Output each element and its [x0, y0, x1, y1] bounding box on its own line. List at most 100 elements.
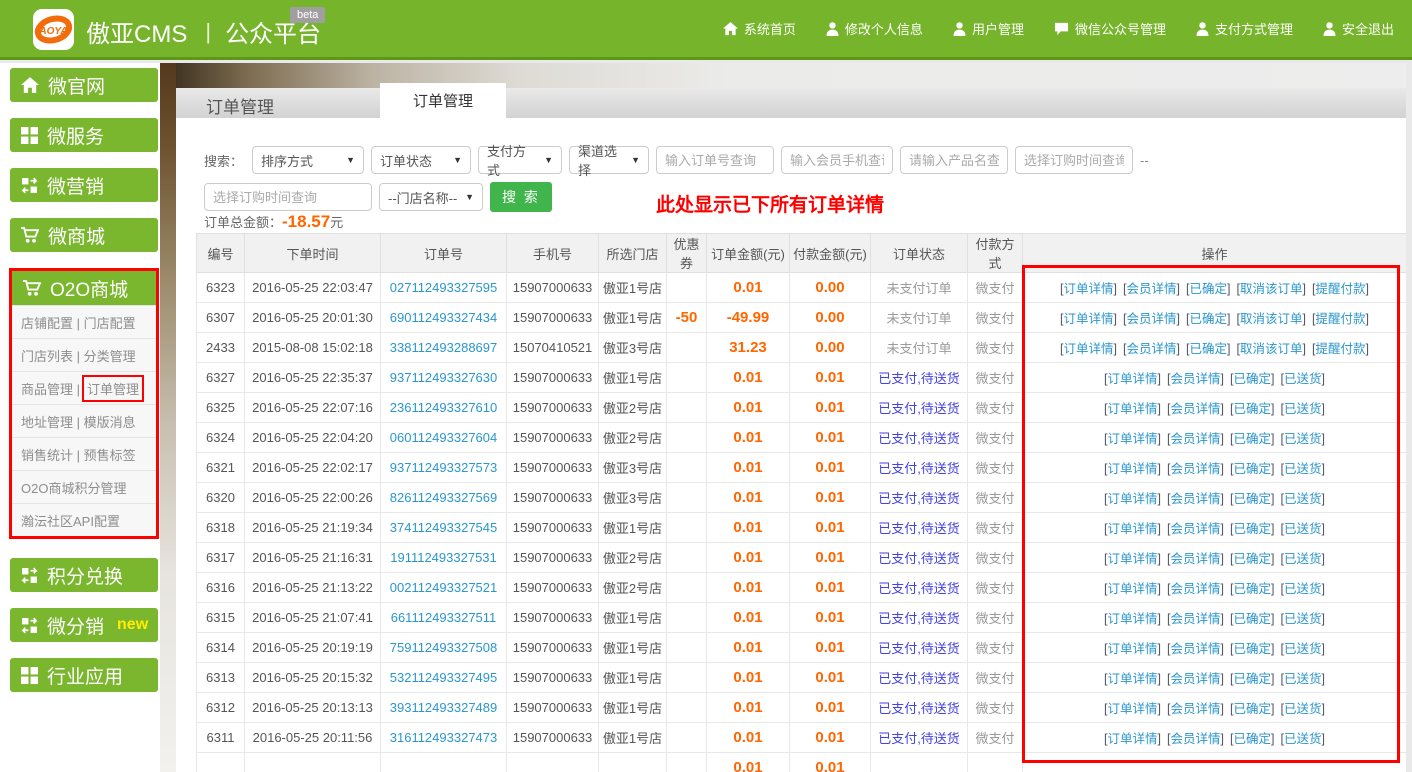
- order-action-link[interactable]: 订单详情: [1108, 552, 1158, 566]
- order-action-link[interactable]: 已送货: [1284, 642, 1322, 656]
- channel-select[interactable]: 渠道选择▼: [569, 146, 649, 174]
- order-action-link[interactable]: 取消该订单: [1240, 342, 1303, 356]
- order-action-link[interactable]: 已确定: [1233, 702, 1271, 716]
- sidebar-item-micro-mall[interactable]: 微商城: [10, 218, 158, 252]
- order-number-link[interactable]: 002112493327521: [390, 580, 498, 595]
- sidebar-item-micro-marketing[interactable]: 微营销: [10, 168, 158, 202]
- order-action-link[interactable]: 已确定: [1233, 462, 1271, 476]
- order-date-to-input[interactable]: [204, 183, 372, 211]
- order-number-link[interactable]: 027112493327595: [390, 280, 498, 295]
- nav-edit-profile[interactable]: 修改个人信息: [826, 19, 923, 38]
- order-action-link[interactable]: 提醒付款: [1315, 282, 1365, 296]
- order-action-link[interactable]: 已确定: [1233, 642, 1271, 656]
- nav-safe-logout[interactable]: 安全退出: [1323, 19, 1394, 38]
- order-number-link[interactable]: 937112493327630: [390, 370, 498, 385]
- order-number-search-input[interactable]: [656, 146, 774, 174]
- order-action-link[interactable]: 订单详情: [1108, 702, 1158, 716]
- order-action-link[interactable]: 已送货: [1284, 372, 1322, 386]
- order-action-link[interactable]: 会员详情: [1171, 612, 1221, 626]
- submenu-address-management[interactable]: 地址管理 | 模版消息: [12, 404, 156, 437]
- order-action-link[interactable]: 已确定: [1233, 522, 1271, 536]
- order-action-link[interactable]: 已确定: [1233, 552, 1271, 566]
- sidebar-item-micro-site[interactable]: 微官网: [10, 68, 158, 102]
- search-button[interactable]: 搜 索: [490, 182, 552, 212]
- order-action-link[interactable]: 提醒付款: [1315, 312, 1365, 326]
- order-action-link[interactable]: 已确定: [1233, 432, 1271, 446]
- order-action-link[interactable]: 已确定: [1189, 282, 1227, 296]
- order-number-link[interactable]: 393112493327489: [390, 700, 498, 715]
- sidebar-item-industry-apps[interactable]: 行业应用: [10, 658, 158, 692]
- order-action-link[interactable]: 已确定: [1189, 312, 1227, 326]
- order-action-link[interactable]: 已确定: [1233, 612, 1271, 626]
- store-name-select[interactable]: --门店名称--▼: [379, 183, 483, 211]
- sidebar-item-micro-service[interactable]: 微服务: [10, 118, 158, 152]
- order-action-link[interactable]: 订单详情: [1108, 642, 1158, 656]
- order-action-link[interactable]: 取消该订单: [1240, 282, 1303, 296]
- order-number-link[interactable]: 826112493327569: [390, 490, 498, 505]
- order-action-link[interactable]: 已送货: [1284, 732, 1322, 746]
- tab-order-management[interactable]: 订单管理: [380, 83, 506, 118]
- order-action-link[interactable]: 订单详情: [1064, 342, 1114, 356]
- order-action-link[interactable]: 已送货: [1284, 552, 1322, 566]
- order-action-link[interactable]: 会员详情: [1171, 402, 1221, 416]
- order-action-link[interactable]: 已确定: [1189, 342, 1227, 356]
- order-number-link[interactable]: 060112493327604: [390, 430, 498, 445]
- order-action-link[interactable]: 已送货: [1284, 522, 1322, 536]
- order-action-link[interactable]: 会员详情: [1171, 702, 1221, 716]
- submenu-goods-and-order-management[interactable]: 商品管理 | 订单管理: [12, 371, 156, 404]
- order-number-link[interactable]: 316112493327473: [390, 730, 498, 745]
- order-action-link[interactable]: 会员详情: [1171, 432, 1221, 446]
- order-date-from-input[interactable]: [1015, 146, 1133, 174]
- nav-user-management[interactable]: 用户管理: [953, 19, 1024, 38]
- sidebar-item-o2o-mall[interactable]: O2O商城: [12, 271, 156, 305]
- submenu-store-list[interactable]: 门店列表 | 分类管理: [12, 338, 156, 371]
- order-action-link[interactable]: 已确定: [1233, 402, 1271, 416]
- order-action-link[interactable]: 提醒付款: [1315, 342, 1365, 356]
- nav-wechat-account-management[interactable]: 微信公众号管理: [1054, 19, 1166, 38]
- order-action-link[interactable]: 订单详情: [1064, 282, 1114, 296]
- submenu-sales-statistics[interactable]: 销售统计 | 预售标签: [12, 437, 156, 470]
- order-number-link[interactable]: 338112493288697: [390, 340, 498, 355]
- order-action-link[interactable]: 已送货: [1284, 612, 1322, 626]
- order-action-link[interactable]: 会员详情: [1171, 672, 1221, 686]
- submenu-shop-config[interactable]: 店铺配置 | 门店配置: [12, 305, 156, 338]
- order-action-link[interactable]: 订单详情: [1108, 402, 1158, 416]
- order-action-link[interactable]: 订单详情: [1108, 612, 1158, 626]
- order-number-link[interactable]: 374112493327545: [390, 520, 498, 535]
- order-action-link[interactable]: 会员详情: [1127, 312, 1177, 326]
- order-action-link[interactable]: 已送货: [1284, 672, 1322, 686]
- order-action-link[interactable]: 订单详情: [1108, 732, 1158, 746]
- order-management-red-annotation-box[interactable]: 订单管理: [82, 375, 144, 402]
- order-action-link[interactable]: 会员详情: [1171, 462, 1221, 476]
- order-action-link[interactable]: 订单详情: [1108, 432, 1158, 446]
- nav-system-home[interactable]: 系统首页: [723, 19, 796, 38]
- order-action-link[interactable]: 会员详情: [1171, 552, 1221, 566]
- product-name-search-input[interactable]: [900, 146, 1008, 174]
- order-action-link[interactable]: 会员详情: [1171, 372, 1221, 386]
- order-action-link[interactable]: 订单详情: [1108, 372, 1158, 386]
- order-number-link[interactable]: 759112493327508: [390, 640, 498, 655]
- order-action-link[interactable]: 会员详情: [1171, 492, 1221, 506]
- nav-payment-method-management[interactable]: 支付方式管理: [1196, 19, 1293, 38]
- order-action-link[interactable]: 已确定: [1233, 582, 1271, 596]
- order-number-link[interactable]: 690112493327434: [390, 310, 498, 325]
- order-status-select[interactable]: 订单状态▼: [371, 146, 471, 174]
- order-action-link[interactable]: 订单详情: [1108, 462, 1158, 476]
- sort-order-select[interactable]: 排序方式▼: [252, 146, 364, 174]
- order-number-link[interactable]: 661112493327511: [391, 610, 497, 625]
- submenu-hanyun-community-api[interactable]: 瀚沄社区API配置: [12, 503, 156, 536]
- submenu-o2o-points-management[interactable]: O2O商城积分管理: [12, 470, 156, 503]
- order-action-link[interactable]: 订单详情: [1064, 312, 1114, 326]
- pay-method-select[interactable]: 支付方式▼: [478, 146, 562, 174]
- order-number-link[interactable]: 236112493327610: [390, 400, 498, 415]
- sidebar-item-points-exchange[interactable]: 积分兑换: [10, 558, 158, 592]
- order-action-link[interactable]: 已确定: [1233, 372, 1271, 386]
- order-action-link[interactable]: 已确定: [1233, 492, 1271, 506]
- member-phone-search-input[interactable]: [781, 146, 893, 174]
- order-action-link[interactable]: 已确定: [1233, 672, 1271, 686]
- order-number-link[interactable]: 532112493327495: [390, 670, 498, 685]
- order-action-link[interactable]: 会员详情: [1171, 732, 1221, 746]
- order-action-link[interactable]: 已确定: [1233, 732, 1271, 746]
- sidebar-item-micro-distribution[interactable]: 微分销 new: [10, 608, 158, 642]
- order-action-link[interactable]: 取消该订单: [1240, 312, 1303, 326]
